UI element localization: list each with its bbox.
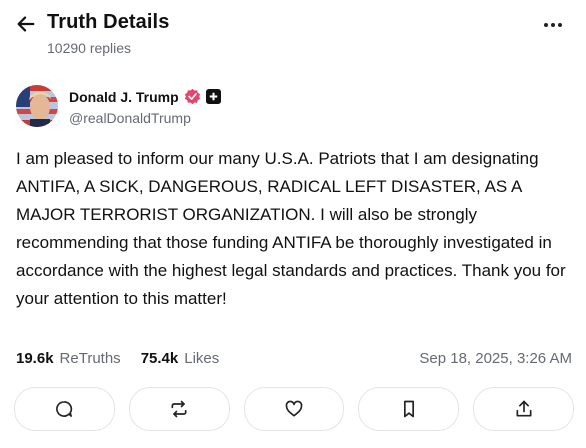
post-timestamp: Sep 18, 2025, 3:26 AM	[419, 350, 572, 367]
page-title: Truth Details	[47, 11, 170, 33]
bookmark-button[interactable]	[358, 387, 460, 431]
arrow-left-icon	[17, 16, 35, 32]
author-row: Donald J. Trump	[69, 88, 221, 105]
retruths-count[interactable]: 19.6k	[16, 350, 54, 367]
plus-badge-icon	[205, 89, 221, 104]
post-text: I am pleased to inform our many U.S.A. P…	[16, 149, 571, 308]
like-button[interactable]	[243, 387, 345, 431]
action-bar	[14, 387, 574, 431]
retruth-button[interactable]	[128, 387, 230, 431]
reply-button[interactable]	[14, 387, 115, 431]
bookmark-icon	[403, 400, 414, 418]
reply-icon	[56, 401, 73, 417]
retruth-icon	[171, 400, 187, 418]
engagement-stats: 19.6k ReTruths 75.4k Likes	[16, 350, 219, 367]
share-button[interactable]	[473, 387, 574, 431]
reply-count: 10290 replies	[47, 40, 132, 56]
more-dots-icon	[544, 23, 548, 27]
likes-count[interactable]: 75.4k	[141, 350, 179, 367]
header: Truth Details 10290 replies	[0, 0, 586, 66]
verified-badge-icon	[184, 88, 200, 105]
more-options-button[interactable]	[536, 12, 570, 38]
author-name[interactable]: Donald J. Trump	[69, 89, 179, 105]
author-handle[interactable]: @realDonaldTrump	[69, 110, 191, 126]
back-button[interactable]	[12, 11, 40, 37]
avatar[interactable]	[16, 85, 58, 127]
likes-label[interactable]: Likes	[184, 350, 219, 367]
share-icon	[516, 400, 532, 417]
retruths-label[interactable]: ReTruths	[60, 350, 121, 367]
heart-icon	[285, 400, 303, 417]
